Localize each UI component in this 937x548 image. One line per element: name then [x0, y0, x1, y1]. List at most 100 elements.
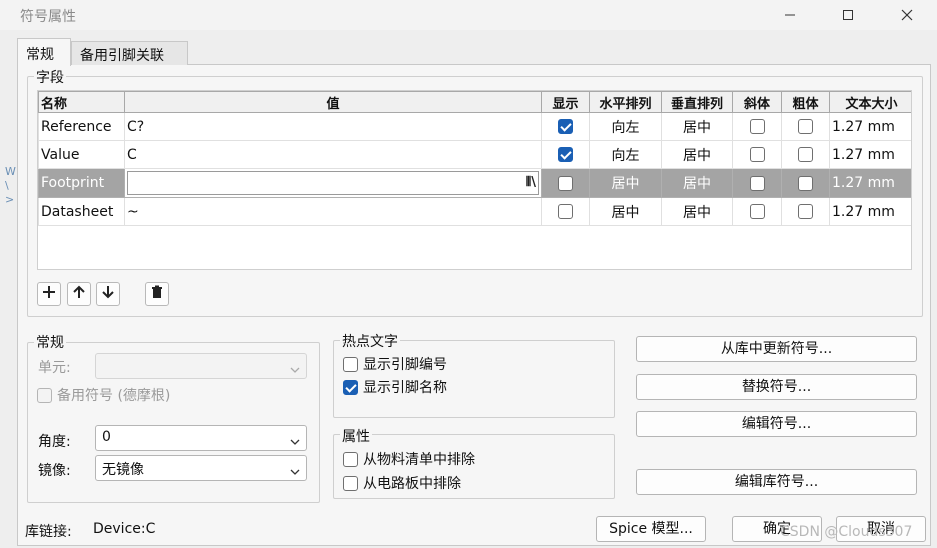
background-window-edge-text: W \ > [5, 165, 16, 206]
watermark: CSDN @Clouds307 [780, 524, 913, 540]
column-header-text-size[interactable]: 文本大小 [829, 91, 911, 113]
field-h-align[interactable]: 居中 [589, 168, 662, 198]
close-button[interactable] [884, 0, 930, 30]
table-row[interactable]: Datasheet ~ 居中 居中 1.27 mm [38, 197, 911, 226]
delete-field-button[interactable] [145, 282, 169, 306]
show-pin-number-checkbox[interactable] [343, 356, 358, 372]
field-italic-cell[interactable] [732, 112, 782, 141]
field-italic-checkbox[interactable] [749, 175, 765, 191]
exclude-bom-row[interactable]: 从物料清单中排除 [343, 449, 475, 469]
exclude-bom-label: 从物料清单中排除 [363, 452, 475, 468]
move-up-button[interactable] [67, 282, 91, 306]
field-name[interactable]: Footprint [38, 168, 125, 198]
field-bold-checkbox[interactable] [798, 175, 813, 191]
field-v-align[interactable]: 居中 [661, 140, 733, 169]
field-text-size[interactable]: 1.27 mm [829, 140, 911, 169]
column-header-bold[interactable]: 粗体 [781, 91, 830, 113]
move-down-button[interactable] [96, 282, 120, 306]
field-text-size[interactable]: 1.27 mm [829, 168, 911, 198]
library-browser-icon[interactable]: ⫴\ [526, 175, 536, 190]
replace-symbol-button[interactable]: 替换符号... [636, 374, 917, 400]
exclude-board-checkbox[interactable] [343, 475, 358, 491]
attributes-group-label: 属性 [340, 426, 372, 446]
show-pin-name-row[interactable]: 显示引脚名称 [343, 377, 447, 397]
table-row-selected[interactable]: Footprint ⫴\ 居中 居中 1.27 mm [38, 168, 911, 198]
spice-model-button[interactable]: Spice 模型... [596, 516, 706, 542]
field-italic-checkbox[interactable] [749, 147, 765, 162]
field-value[interactable]: ~ [124, 197, 542, 226]
minimize-button[interactable] [767, 0, 813, 30]
field-text-size[interactable]: 1.27 mm [829, 197, 911, 226]
field-h-align[interactable]: 向左 [589, 140, 662, 169]
field-bold-cell[interactable] [781, 140, 830, 169]
window-title: 符号属性 [20, 9, 76, 25]
table-row[interactable]: Value C 向左 居中 1.27 mm [38, 140, 911, 169]
angle-select[interactable]: 0 [95, 425, 307, 451]
field-italic-cell[interactable] [732, 140, 782, 169]
column-header-show[interactable]: 显示 [541, 91, 590, 113]
alt-symbol-checkbox-row[interactable]: 备用符号 (德摩根) [37, 385, 170, 405]
field-show-checkbox[interactable] [558, 147, 573, 162]
field-h-align[interactable]: 居中 [589, 197, 662, 226]
field-bold-checkbox[interactable] [798, 204, 813, 219]
field-italic-checkbox[interactable] [749, 119, 765, 134]
field-bold-cell[interactable] [781, 112, 830, 141]
field-value[interactable]: C? [124, 112, 542, 141]
field-value-editor[interactable]: ⫴\ [124, 168, 542, 198]
tab-general[interactable]: 常规 [17, 38, 71, 66]
field-bold-checkbox[interactable] [798, 119, 813, 134]
alt-symbol-checkbox[interactable] [37, 387, 52, 403]
field-show-cell[interactable] [541, 112, 590, 141]
field-h-align[interactable]: 向左 [589, 112, 662, 141]
column-header-italic[interactable]: 斜体 [732, 91, 782, 113]
angle-value: 0 [102, 429, 111, 445]
field-name[interactable]: Reference [38, 112, 125, 141]
footprint-value-input[interactable]: ⫴\ [127, 171, 539, 195]
fields-grid[interactable]: 名称 值 显示 水平排列 垂直排列 斜体 粗体 文本大小 Reference C… [37, 90, 912, 270]
field-bold-cell[interactable] [781, 197, 830, 226]
field-italic-cell[interactable] [732, 197, 782, 226]
field-v-align[interactable]: 居中 [661, 112, 733, 141]
edit-symbol-button[interactable]: 编辑符号... [636, 411, 917, 437]
column-header-value[interactable]: 值 [124, 91, 542, 113]
show-pin-number-row[interactable]: 显示引脚编号 [343, 354, 447, 374]
chevron-down-icon [290, 464, 300, 480]
trash-icon [150, 285, 164, 303]
field-v-align[interactable]: 居中 [661, 168, 733, 198]
update-from-library-button[interactable]: 从库中更新符号... [636, 336, 917, 362]
field-show-cell[interactable] [541, 168, 590, 198]
field-bold-cell[interactable] [781, 168, 830, 198]
edit-library-symbol-button[interactable]: 编辑库符号... [636, 469, 917, 495]
field-italic-cell[interactable] [732, 168, 782, 198]
field-name[interactable]: Datasheet [38, 197, 125, 226]
exclude-board-row[interactable]: 从电路板中排除 [343, 473, 461, 493]
field-show-cell[interactable] [541, 197, 590, 226]
add-field-button[interactable] [37, 282, 61, 306]
plus-icon [42, 285, 56, 303]
field-show-checkbox[interactable] [558, 119, 573, 134]
exclude-bom-checkbox[interactable] [343, 451, 358, 467]
hotspot-group-label: 热点文字 [340, 331, 400, 351]
table-row[interactable]: Reference C? 向左 居中 1.27 mm [38, 112, 911, 141]
maximize-button[interactable] [825, 0, 871, 30]
column-header-v-align[interactable]: 垂直排列 [661, 91, 733, 113]
angle-label: 角度: [38, 434, 71, 450]
field-value[interactable]: C [124, 140, 542, 169]
field-italic-checkbox[interactable] [749, 204, 765, 219]
mirror-select[interactable]: 无镜像 [95, 455, 307, 481]
field-name[interactable]: Value [38, 140, 125, 169]
field-bold-checkbox[interactable] [798, 147, 813, 162]
field-v-align[interactable]: 居中 [661, 197, 733, 226]
tab-alternate-pins[interactable]: 备用引脚关联 [71, 41, 188, 65]
field-show-checkbox[interactable] [558, 204, 573, 219]
column-header-name[interactable]: 名称 [38, 91, 125, 113]
show-pin-name-checkbox[interactable] [343, 379, 358, 395]
library-link-value: Device:C [93, 521, 156, 537]
grid-header-row: 名称 值 显示 水平排列 垂直排列 斜体 粗体 文本大小 [38, 91, 911, 113]
field-show-checkbox[interactable] [558, 175, 573, 191]
field-text-size[interactable]: 1.27 mm [829, 112, 911, 141]
field-show-cell[interactable] [541, 140, 590, 169]
column-header-h-align[interactable]: 水平排列 [589, 91, 662, 113]
unit-select[interactable] [95, 353, 307, 379]
unit-label: 单元: [38, 360, 71, 376]
